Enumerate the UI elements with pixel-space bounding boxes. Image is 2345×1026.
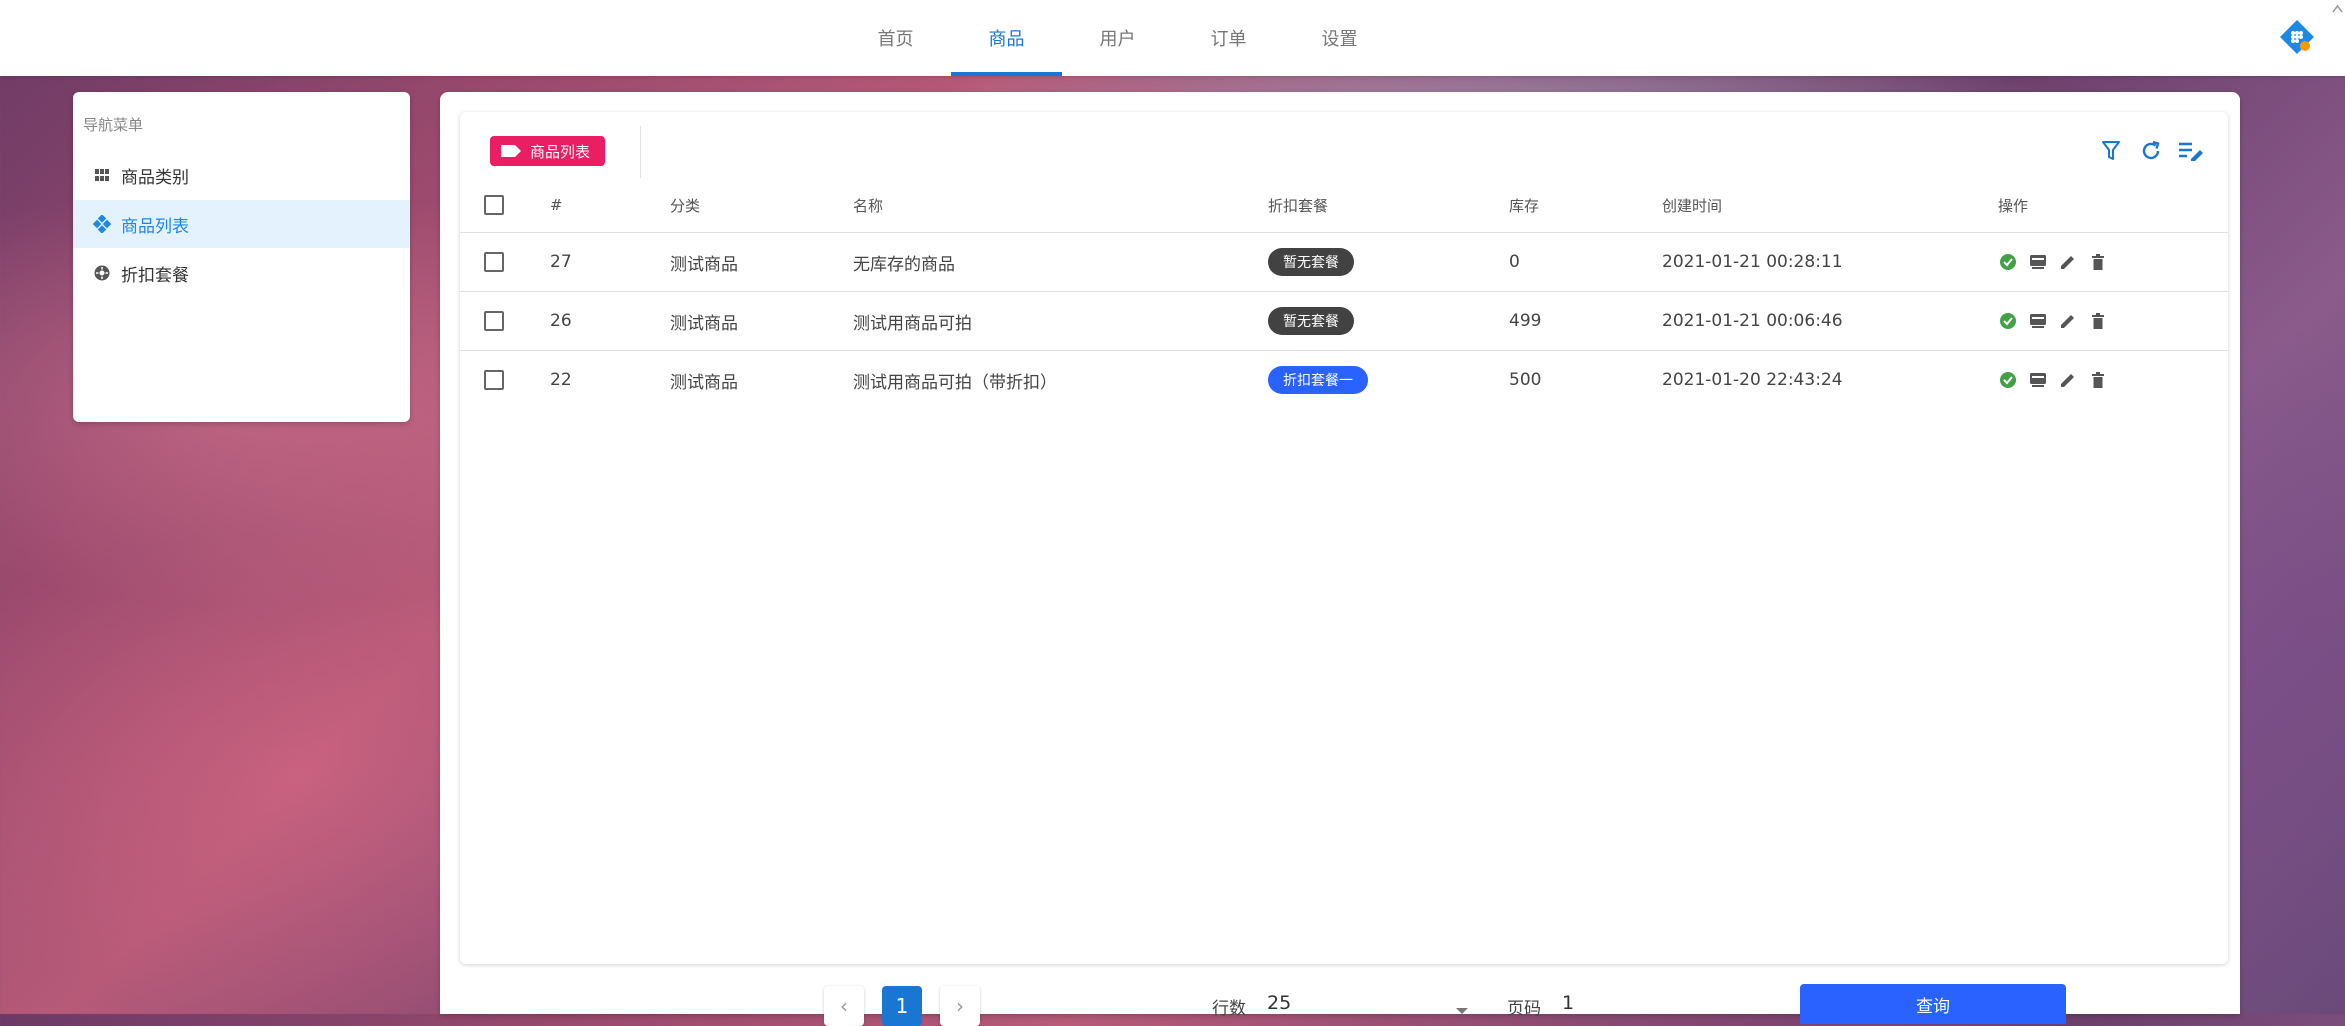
header-name[interactable]: 名称 <box>853 178 883 232</box>
page-number-input[interactable]: 1 <box>1562 992 1574 1014</box>
header-num[interactable]: # <box>550 178 563 232</box>
row-category: 测试商品 <box>670 372 738 393</box>
delete-trash-icon[interactable] <box>2088 370 2108 390</box>
tab-users[interactable]: 用户 <box>1062 0 1173 76</box>
refresh-icon[interactable] <box>2138 138 2164 164</box>
sidebar-item-label: 商品类别 <box>121 167 189 188</box>
tab-orders[interactable]: 订单 <box>1173 0 1284 76</box>
row-created: 2021-01-20 22:43:24 <box>1662 370 1843 390</box>
package-badge: 暂无套餐 <box>1268 248 1354 276</box>
select-all-checkbox[interactable] <box>484 195 504 215</box>
grid-icon <box>93 166 111 184</box>
filter-icon[interactable] <box>2098 138 2124 164</box>
enable-check-icon[interactable] <box>1998 311 2018 331</box>
pagination-bar: ‹ 1 › 行数 25 页码 1 查询 <box>440 984 2240 1026</box>
delete-trash-icon[interactable] <box>2088 252 2108 272</box>
sidebar-item-label: 商品列表 <box>121 216 189 237</box>
row-stock: 499 <box>1509 311 1542 331</box>
query-button[interactable]: 查询 <box>1800 984 2066 1024</box>
label-icon <box>500 144 522 158</box>
edit-pencil-icon[interactable] <box>2058 311 2078 331</box>
main-panel: 商品列表 # 分类 名称 折扣套餐 库存 创建时间 操作 27 测试商品 无库存… <box>440 92 2240 1026</box>
page-number-label: 页码 <box>1507 999 1541 1019</box>
toolbar <box>2098 138 2204 164</box>
current-page-button[interactable]: 1 <box>882 986 922 1026</box>
product-table-card: 商品列表 # 分类 名称 折扣套餐 库存 创建时间 操作 27 测试商品 无库存… <box>460 112 2228 964</box>
package-card-icon[interactable] <box>2028 370 2048 390</box>
header-created[interactable]: 创建时间 <box>1662 178 1722 232</box>
row-name: 测试用商品可拍（带折扣） <box>853 372 1057 393</box>
table-header: # 分类 名称 折扣套餐 库存 创建时间 操作 <box>460 178 2228 233</box>
header-package[interactable]: 折扣套餐 <box>1268 178 1328 232</box>
app-logo-icon[interactable] <box>2280 20 2314 54</box>
prev-page-button[interactable]: ‹ <box>824 986 864 1026</box>
rows-per-page-label: 行数 <box>1212 999 1246 1019</box>
enable-check-icon[interactable] <box>1998 370 2018 390</box>
row-created: 2021-01-21 00:28:11 <box>1662 252 1843 272</box>
row-checkbox[interactable] <box>484 252 504 272</box>
row-created: 2021-01-21 00:06:46 <box>1662 311 1843 331</box>
page-title-chip: 商品列表 <box>490 136 606 166</box>
top-bar: 首页 商品 用户 订单 设置 <box>0 0 2345 76</box>
table-row: 22 测试商品 测试用商品可拍（带折扣） 折扣套餐一 500 2021-01-2… <box>460 351 2228 409</box>
rows-per-page-select[interactable]: 25 <box>1267 992 1291 1014</box>
package-card-icon[interactable] <box>2028 252 2048 272</box>
edit-list-icon[interactable] <box>2178 138 2204 164</box>
package-badge: 折扣套餐一 <box>1268 366 1368 394</box>
package-card-icon[interactable] <box>2028 311 2048 331</box>
sidebar-item-product-list[interactable]: 商品列表 <box>73 200 410 248</box>
sidebar-title: 导航菜单 <box>83 116 144 134</box>
row-checkbox[interactable] <box>484 370 504 390</box>
header-category[interactable]: 分类 <box>670 178 700 232</box>
next-page-button[interactable]: › <box>940 986 980 1026</box>
row-category: 测试商品 <box>670 254 738 275</box>
edit-pencil-icon[interactable] <box>2058 252 2078 272</box>
sidebar-nav: 导航菜单 商品类别 商品列表 折扣套餐 <box>73 92 410 422</box>
row-name: 无库存的商品 <box>853 254 955 275</box>
tab-products[interactable]: 商品 <box>951 0 1062 76</box>
sidebar-item-categories[interactable]: 商品类别 <box>73 151 410 199</box>
delete-trash-icon[interactable] <box>2088 311 2108 331</box>
dropdown-arrow-icon[interactable] <box>1455 1000 1469 1019</box>
divider <box>640 126 641 178</box>
row-category: 测试商品 <box>670 313 738 334</box>
diamond-cluster-icon <box>93 215 111 233</box>
edit-pencil-icon[interactable] <box>2058 370 2078 390</box>
header-actions: 操作 <box>1998 196 2029 215</box>
package-badge: 暂无套餐 <box>1268 307 1354 335</box>
table-row: 27 测试商品 无库存的商品 暂无套餐 0 2021-01-21 00:28:1… <box>460 233 2228 292</box>
header-stock[interactable]: 库存 <box>1509 178 1539 232</box>
row-stock: 0 <box>1509 252 1520 272</box>
row-checkbox[interactable] <box>484 311 504 331</box>
row-stock: 500 <box>1509 370 1542 390</box>
sidebar-item-discount-packages[interactable]: 折扣套餐 <box>73 249 410 297</box>
tab-settings[interactable]: 设置 <box>1284 0 1395 76</box>
row-id: 27 <box>550 252 572 272</box>
gear-badge-icon <box>93 264 111 282</box>
top-nav: 首页 商品 用户 订单 设置 <box>840 0 1395 76</box>
sidebar-item-label: 折扣套餐 <box>121 265 189 286</box>
tab-home[interactable]: 首页 <box>840 0 951 76</box>
table-row: 26 测试商品 测试用商品可拍 暂无套餐 499 2021-01-21 00:0… <box>460 292 2228 351</box>
row-id: 26 <box>550 311 572 331</box>
enable-check-icon[interactable] <box>1998 252 2018 272</box>
page-title: 商品列表 <box>530 142 591 161</box>
scroll-up-arrow-icon[interactable] <box>2330 0 2345 76</box>
row-id: 22 <box>550 370 572 390</box>
row-name: 测试用商品可拍 <box>853 313 972 334</box>
